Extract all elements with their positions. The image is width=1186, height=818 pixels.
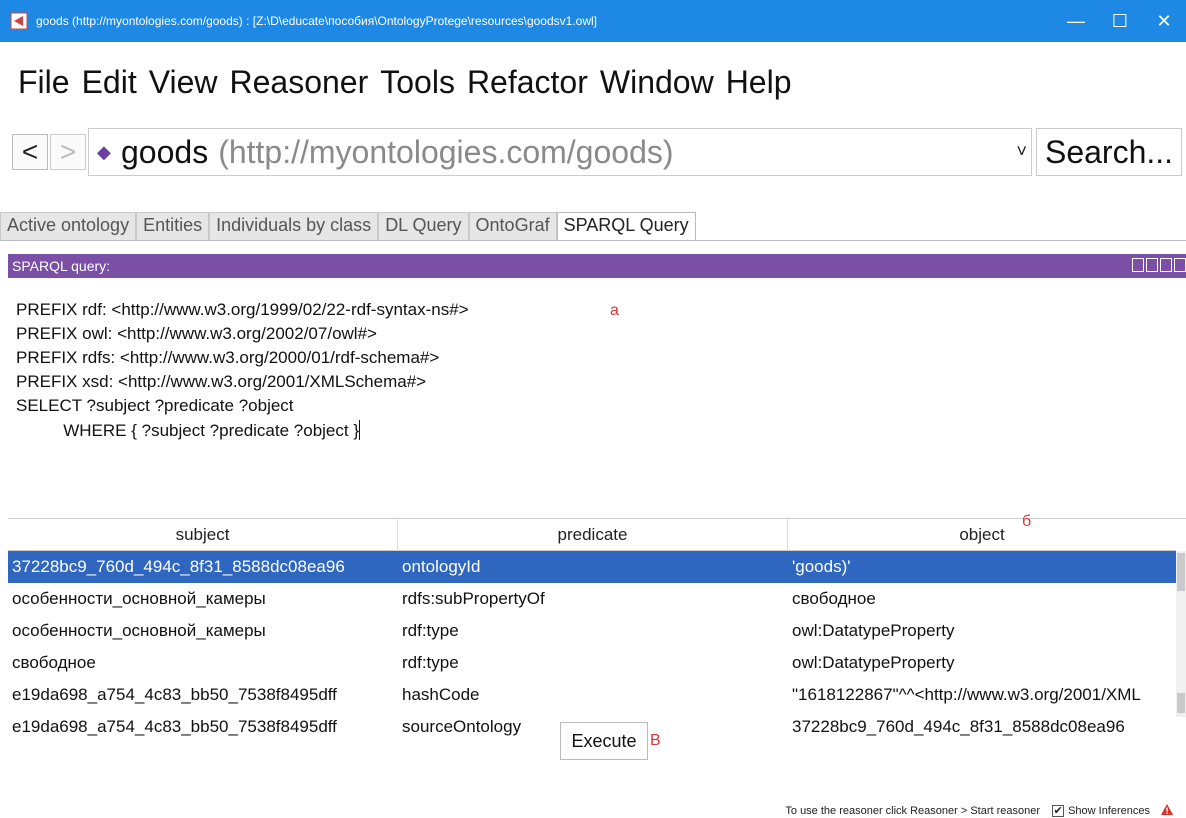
cell-object: 'goods)' xyxy=(792,557,851,576)
cell-object: "1618122867"^^<http://www.w3.org/2001/XM… xyxy=(792,685,1141,704)
tab-individuals-by-class[interactable]: Individuals by class xyxy=(209,212,379,240)
results-table: subject predicate object б 37228bc9_760d… xyxy=(8,513,1186,736)
show-inferences-label: Show Inferences xyxy=(1068,805,1150,817)
tab-sparql-query[interactable]: SPARQL Query xyxy=(556,212,696,240)
tab-bar: Active ontology Entities Individuals by … xyxy=(0,212,696,240)
close-button[interactable]: ✕ xyxy=(1142,0,1186,42)
column-header-subject[interactable]: subject xyxy=(8,519,398,551)
execute-button[interactable]: Execute xyxy=(560,722,648,760)
dropdown-arrow-icon[interactable]: ˅ xyxy=(1016,141,1027,162)
table-row[interactable]: свободное rdf:type owl:DatatypeProperty xyxy=(8,647,1176,679)
query-line-with-caret: WHERE { ?subject ?predicate ?object } xyxy=(16,420,361,441)
menu-refactor[interactable]: Refactor xyxy=(455,64,588,101)
results-header: subject predicate object xyxy=(8,519,1176,551)
show-inferences-checkbox[interactable]: ✔ xyxy=(1052,805,1065,817)
menu-file[interactable]: File xyxy=(0,64,70,101)
cell-object: owl:DatatypeProperty xyxy=(792,621,955,640)
reasoner-hint: To use the reasoner click Reasoner > Sta… xyxy=(785,805,1041,817)
tabs-divider xyxy=(0,240,1186,241)
query-line: PREFIX xsd: <http://www.w3.org/2001/XMLS… xyxy=(16,372,427,391)
query-line: PREFIX owl: <http://www.w3.org/2002/07/o… xyxy=(16,324,377,343)
tab-entities[interactable]: Entities xyxy=(136,212,210,240)
column-header-object[interactable]: object xyxy=(788,519,1176,551)
search-button[interactable]: Search... xyxy=(1036,128,1182,176)
results-scrollbar[interactable] xyxy=(1176,551,1186,717)
forward-button[interactable]: > xyxy=(50,134,86,170)
menu-help[interactable]: Help xyxy=(714,64,792,101)
menu-edit[interactable]: Edit xyxy=(70,64,137,101)
navigation-bar: < > ◆ goods (http://myontologies.com/goo… xyxy=(0,128,1186,176)
query-line: PREFIX rdf: <http://www.w3.org/1999/02/2… xyxy=(16,300,469,319)
view-split-icon[interactable] xyxy=(1132,258,1144,272)
scrollbar-thumb[interactable] xyxy=(1177,553,1185,591)
warning-icon[interactable] xyxy=(1160,803,1174,818)
cell-predicate: rdfs:subPropertyOf xyxy=(402,589,545,608)
cell-predicate: rdf:type xyxy=(402,653,459,672)
view-title: SPARQL query: xyxy=(12,258,111,274)
view-float-icon[interactable] xyxy=(1146,258,1158,272)
cell-predicate: hashCode xyxy=(402,685,480,704)
column-header-predicate[interactable]: predicate xyxy=(398,519,788,551)
ontology-name: goods xyxy=(121,133,209,170)
tab-active-ontology[interactable]: Active ontology xyxy=(0,212,137,240)
title-bar: goods (http://myontologies.com/goods) : … xyxy=(0,0,1186,42)
cell-predicate: ontologyId xyxy=(402,557,481,576)
cell-subject: 37228bc9_760d_494c_8f31_8588dc08ea96 xyxy=(12,557,345,576)
scrollbar-thumb-lower[interactable] xyxy=(1177,693,1185,713)
cell-predicate: rdf:type xyxy=(402,621,459,640)
view-maximize-icon[interactable] xyxy=(1160,258,1172,272)
table-row[interactable]: e19da698_a754_4c83_bb50_7538f8495dff has… xyxy=(8,679,1176,711)
cell-subject: особенности_основной_камеры xyxy=(12,621,266,640)
view-close-icon[interactable] xyxy=(1174,258,1186,272)
tab-dl-query[interactable]: DL Query xyxy=(378,212,469,240)
annotation-marker-v: В xyxy=(650,732,661,749)
ontology-iri: (http://myontologies.com/goods) xyxy=(218,133,674,170)
menu-reasoner[interactable]: Reasoner xyxy=(217,64,368,101)
cell-object: owl:DatatypeProperty xyxy=(792,653,955,672)
cell-subject: свободное xyxy=(12,653,96,672)
table-row[interactable]: особенности_основной_камеры rdfs:subProp… xyxy=(8,583,1176,615)
minimize-button[interactable]: — xyxy=(1054,0,1098,42)
query-line: SELECT ?subject ?predicate ?object xyxy=(16,396,294,415)
cell-subject: e19da698_a754_4c83_bb50_7538f8495dff xyxy=(12,717,337,736)
sparql-view-header: SPARQL query: xyxy=(8,254,1186,278)
cell-object: свободное xyxy=(792,589,876,608)
query-line: PREFIX rdfs: <http://www.w3.org/2000/01/… xyxy=(16,348,440,367)
menu-view[interactable]: View xyxy=(137,64,218,101)
back-button[interactable]: < xyxy=(12,134,48,170)
annotation-marker-b: б xyxy=(1022,513,1032,530)
cell-subject: e19da698_a754_4c83_bb50_7538f8495dff xyxy=(12,685,337,704)
cell-subject: особенности_основной_камеры xyxy=(12,589,266,608)
menu-window[interactable]: Window xyxy=(588,64,714,101)
active-ontology-selector[interactable]: ◆ goods (http://myontologies.com/goods) … xyxy=(88,128,1032,176)
status-bar: To use the reasoner click Reasoner > Sta… xyxy=(785,804,1174,818)
table-row[interactable]: e19da698_a754_4c83_bb50_7538f8495dff sou… xyxy=(8,711,1176,736)
table-row[interactable]: 37228bc9_760d_494c_8f31_8588dc08ea96 ont… xyxy=(8,551,1176,583)
protege-app-icon xyxy=(8,10,30,32)
text-caret xyxy=(359,420,361,440)
cell-object: 37228bc9_760d_494c_8f31_8588dc08ea96 xyxy=(792,717,1125,736)
maximize-button[interactable]: ☐ xyxy=(1098,0,1142,42)
sparql-query-editor[interactable]: PREFIX rdf: <http://www.w3.org/1999/02/2… xyxy=(8,288,1186,518)
menu-bar: File Edit View Reasoner Tools Refactor W… xyxy=(0,52,792,112)
tab-ontograf[interactable]: OntoGraf xyxy=(468,212,557,240)
menu-tools[interactable]: Tools xyxy=(368,64,455,101)
window-title: goods (http://myontologies.com/goods) : … xyxy=(36,14,597,28)
query-line: WHERE { ?subject ?predicate ?object } xyxy=(16,421,360,440)
ontology-diamond-icon: ◆ xyxy=(97,141,111,162)
table-row[interactable]: особенности_основной_камеры rdf:type owl… xyxy=(8,615,1176,647)
annotation-marker-a: а xyxy=(610,302,619,319)
